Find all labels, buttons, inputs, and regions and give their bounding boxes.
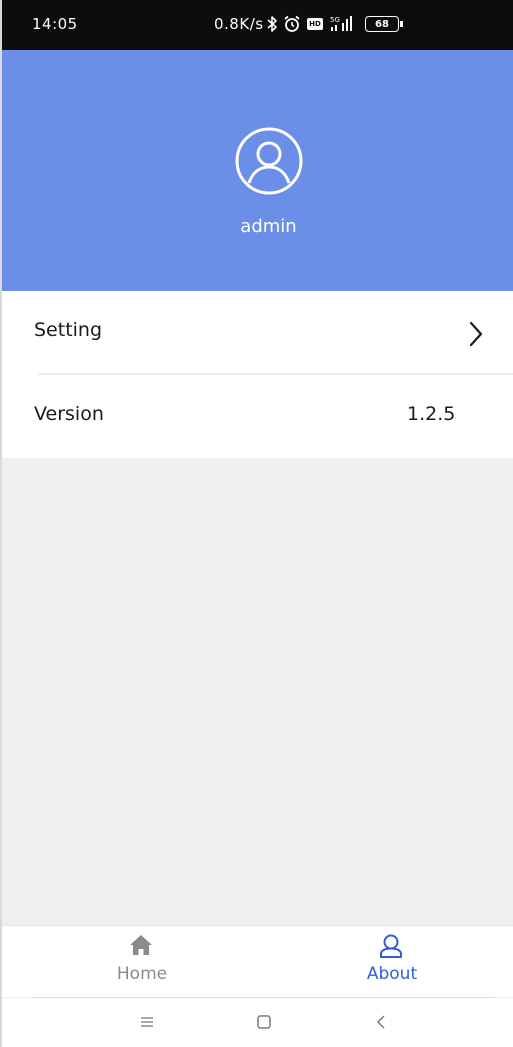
tab-about[interactable]: About [312, 926, 472, 998]
setting-label: Setting [34, 319, 103, 341]
status-time: 14:05 [32, 15, 78, 33]
battery-body: 68 [365, 16, 403, 32]
setting-row[interactable]: Setting [2, 291, 513, 375]
battery-icon: 68 [362, 14, 403, 34]
tab-home[interactable]: Home [62, 926, 222, 998]
username: admin [240, 216, 297, 237]
home-square-icon[interactable] [252, 1010, 276, 1034]
system-nav-bar [2, 998, 513, 1047]
tab-about-label: About [366, 964, 418, 984]
version-label: Version [34, 403, 104, 425]
chevron-right-icon [468, 321, 484, 347]
battery-tip [400, 21, 403, 27]
user-avatar-icon[interactable] [234, 126, 304, 196]
profile-header: admin [2, 50, 513, 291]
user-icon [378, 933, 404, 958]
menu-list: Setting Version 1.2.5 [2, 291, 513, 458]
hd-icon: HD [306, 14, 324, 34]
back-icon[interactable] [369, 1010, 393, 1034]
hd-badge: HD [307, 18, 323, 30]
version-row: Version 1.2.5 [2, 375, 513, 457]
home-icon [128, 933, 154, 957]
version-value: 1.2.5 [407, 403, 456, 425]
status-bar: 14:05 0.8K/s HD 5G 68 [2, 0, 513, 50]
about-screen: 14:05 0.8K/s HD 5G 68 admin Setting Vers… [0, 0, 513, 1047]
bluetooth-icon [265, 14, 279, 34]
signal-icon: 5G [330, 14, 356, 34]
tab-home-label: Home [116, 964, 168, 984]
network-speed: 0.8K/s [214, 15, 264, 33]
menu-icon[interactable] [135, 1010, 159, 1034]
battery-level: 68 [375, 18, 389, 30]
signal-label: 5G [330, 16, 340, 24]
bottom-tab-bar: Home About [2, 925, 513, 997]
alarm-icon [283, 14, 301, 34]
